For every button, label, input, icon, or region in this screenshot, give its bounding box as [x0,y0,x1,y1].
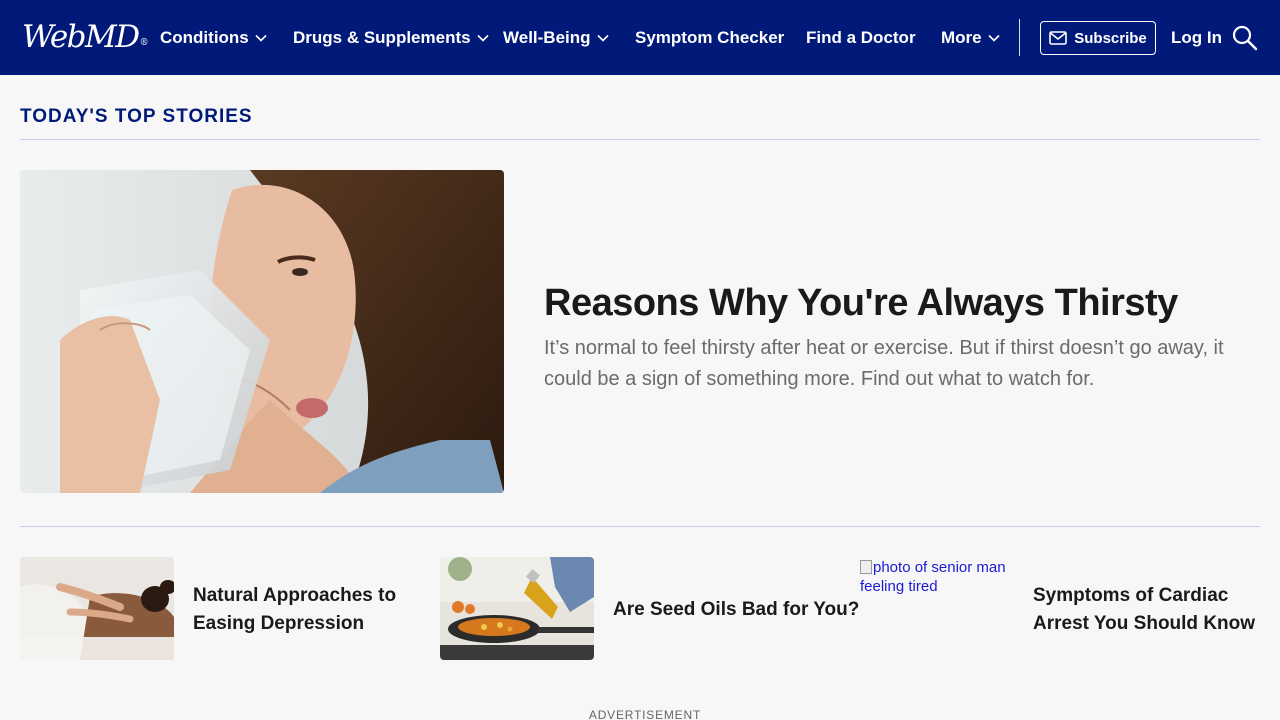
nav-well-being[interactable]: Well-Being [503,0,609,75]
massage-image [20,557,174,660]
search-icon[interactable] [1232,25,1258,51]
chevron-down-icon [477,34,489,42]
advertisement-label: ADVERTISEMENT [588,708,702,720]
hero-title-link[interactable]: Reasons Why You're Always Thirsty [544,280,1264,326]
section-divider [20,139,1260,140]
hero-description: It’s normal to feel thirsty after heat o… [544,337,1224,390]
card-title-line: Arrest You Should Know [1033,613,1256,634]
nav-label: Symptom Checker [635,27,785,47]
registered-mark-icon: ® [139,38,149,48]
card-image-senior-man[interactable]: photo of senior man feeling tired [860,558,1020,596]
card-image-massage[interactable] [20,557,174,660]
card-title-line: Natural Approaches to [193,585,397,606]
chevron-down-icon [255,34,267,42]
nav-drugs-supplements[interactable]: Drugs & Supplements [293,0,489,75]
hero-image[interactable] [20,170,504,493]
envelope-icon [1049,31,1068,45]
nav-symptom-checker[interactable]: Symptom Checker [635,0,784,75]
nav-find-a-doctor[interactable]: Find a Doctor [806,0,916,75]
card-title-line: Symptoms of Cardiac [1033,585,1229,606]
woman-drinking-water-image [20,170,504,493]
nav-conditions[interactable]: Conditions [160,0,267,75]
nav-label: Find a Doctor [806,27,916,47]
card-title-link[interactable]: Natural Approaches to Easing Depression [193,582,396,638]
card-title-line: Are Seed Oils Bad for You? [613,599,860,620]
seed-oil-cooking-image [440,557,594,660]
card-title-link[interactable]: Are Seed Oils Bad for You? [613,596,859,624]
nav-label: Well-Being [503,27,591,47]
login-label: Log In [1171,27,1222,47]
webmd-logo[interactable]: WebMD® [22,18,149,56]
chevron-down-icon [596,34,609,42]
login-link[interactable]: Log In [1171,0,1222,75]
nav-divider [1019,19,1020,56]
top-navigation-bar: WebMD® Conditions Drugs & Supplements We… [0,0,1280,75]
section-title: TODAY'S TOP STORIES [20,106,253,127]
card-title-link[interactable]: Symptoms of Cardiac Arrest You Should Kn… [1033,582,1255,638]
subscribe-button[interactable]: Subscribe [1040,21,1156,55]
stories-divider [20,526,1260,527]
nav-more[interactable]: More [941,0,1000,75]
logo-text: WebMD [22,19,140,55]
nav-label: Conditions [160,27,249,47]
card-title-line: Easing Depression [193,613,365,634]
nav-label: Drugs & Supplements [293,27,471,47]
nav-label: More [941,27,982,47]
image-alt-text: photo of senior man feeling tired [860,559,1006,595]
subscribe-label: Subscribe [1074,29,1147,47]
card-image-seed-oils[interactable] [440,557,594,660]
chevron-down-icon [988,34,1000,42]
broken-image-icon [860,560,872,574]
